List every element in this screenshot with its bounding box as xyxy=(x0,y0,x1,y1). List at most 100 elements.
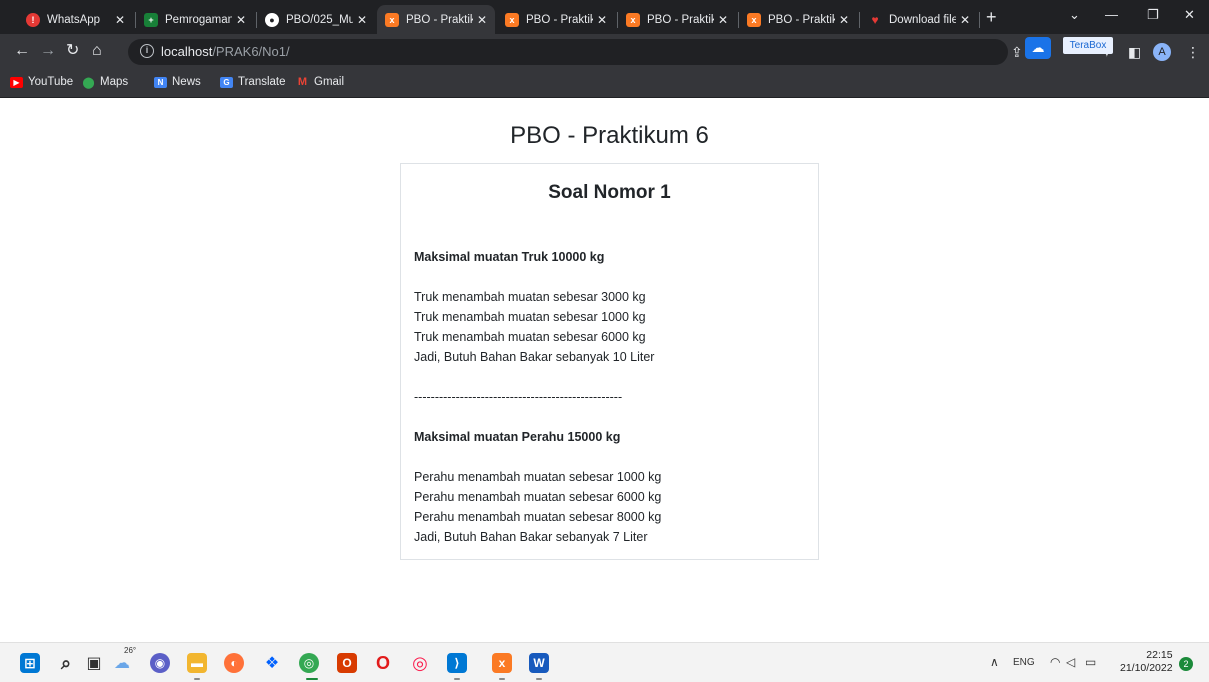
bookmark-news[interactable]: N News xyxy=(154,76,201,88)
profile-avatar[interactable]: A xyxy=(1153,43,1171,61)
menu-icon[interactable]: ⋮ xyxy=(1186,44,1200,61)
close-icon[interactable]: ✕ xyxy=(839,13,849,27)
xampp-icon[interactable]: x xyxy=(492,653,512,673)
tab-pbo[interactable]: x PBO - Praktik ✕ xyxy=(618,5,736,34)
tab-label: PBO - Praktik xyxy=(526,13,593,26)
result-card: Soal Nomor 1 Maksimal muatan Truk 10000 … xyxy=(400,163,819,560)
bookmark-gmail[interactable]: M Gmail xyxy=(296,76,344,88)
bookmarks-bar: ▶ YouTube ⬤ Maps N News G Translate M Gm… xyxy=(0,70,1209,98)
terabox-extension[interactable]: ☁ TeraBox xyxy=(1025,37,1131,59)
tab-pbo[interactable]: x PBO - Praktik ✕ xyxy=(497,5,615,34)
close-icon[interactable]: ✕ xyxy=(477,13,487,27)
tab-label: PBO/025_Mu xyxy=(286,13,353,26)
search-icon[interactable]: ⌕ xyxy=(56,653,76,673)
youtube-icon: ▶ xyxy=(10,76,23,88)
close-icon[interactable]: ✕ xyxy=(115,13,125,27)
tab-search-icon[interactable]: ⌄ xyxy=(1069,7,1080,23)
address-bar[interactable]: i localhost/PRAK6/No1/ xyxy=(128,39,1008,65)
weather-icon[interactable]: ☁ xyxy=(112,653,132,673)
clock-date: 21/10/2022 xyxy=(1120,662,1173,674)
volume-icon[interactable]: ◁ xyxy=(1066,655,1075,669)
tab-download[interactable]: ♥ Download file ✕ xyxy=(860,5,978,34)
wifi-icon[interactable]: ◠ xyxy=(1050,655,1060,669)
tab-label: PBO - Praktik xyxy=(406,13,473,26)
terabox-tooltip: TeraBox xyxy=(1063,37,1113,54)
close-icon[interactable]: ✕ xyxy=(960,13,970,27)
battery-icon[interactable]: ▭ xyxy=(1085,655,1096,669)
bookmark-maps[interactable]: ⬤ Maps xyxy=(82,76,128,89)
tab-pbo[interactable]: x PBO - Praktik ✕ xyxy=(739,5,857,34)
opera-icon[interactable]: O xyxy=(373,653,393,673)
github-icon: ● xyxy=(265,12,279,27)
chat-icon[interactable]: ◉ xyxy=(150,653,170,673)
boat-load-line: Perahu menambah muatan sebesar 6000 kg xyxy=(414,490,662,504)
close-icon[interactable]: ✕ xyxy=(718,13,728,27)
opera-gx-icon[interactable]: ◎ xyxy=(410,653,430,673)
show-hidden-icons[interactable]: ∧ xyxy=(990,655,999,669)
truck-max-load: Maksimal muatan Truk 10000 kg xyxy=(414,250,605,264)
truck-fuel-result: Jadi, Butuh Bahan Bakar sebanyak 10 Lite… xyxy=(414,350,655,364)
tab-whatsapp[interactable]: ! WhatsApp ✕ xyxy=(18,5,133,34)
tab-label: Pemrogaman xyxy=(165,13,232,26)
close-icon[interactable]: ✕ xyxy=(597,13,607,27)
dropbox-icon[interactable]: ❖ xyxy=(262,653,282,673)
tab-label: PBO - Praktik xyxy=(647,13,714,26)
tab-label: Download file xyxy=(889,13,956,26)
boat-load-line: Perahu menambah muatan sebesar 8000 kg xyxy=(414,510,662,524)
forward-button[interactable]: → xyxy=(40,42,56,60)
tab-label: PBO - Praktik xyxy=(768,13,835,26)
notification-badge[interactable]: 2 xyxy=(1179,657,1193,671)
home-button[interactable]: ⌂ xyxy=(92,42,102,60)
boat-load-line: Perahu menambah muatan sebesar 1000 kg xyxy=(414,470,662,484)
heart-icon: ♥ xyxy=(871,12,879,27)
close-icon[interactable]: ✕ xyxy=(357,13,367,27)
vscode-icon[interactable]: ⟩ xyxy=(447,653,467,673)
close-window-button[interactable]: ✕ xyxy=(1184,7,1195,23)
system-clock[interactable]: 22:15 21/10/2022 xyxy=(1120,649,1173,675)
taskbar: ⊞ ⌕ ▣ ☁ 26° ◉ ▬ ◐ ❖ ◎ O O ◎ ⟩ x W ∧ ENG … xyxy=(0,642,1209,682)
maps-icon: ⬤ xyxy=(82,76,95,89)
bookmark-translate[interactable]: G Translate xyxy=(220,76,286,88)
xampp-icon: x xyxy=(747,12,761,27)
truck-load-line: Truk menambah muatan sebesar 1000 kg xyxy=(414,310,646,324)
office-icon[interactable]: O xyxy=(337,653,357,673)
gmail-icon: M xyxy=(297,76,308,88)
tab-pbo-active[interactable]: x PBO - Praktik ✕ xyxy=(377,5,495,34)
news-icon: N xyxy=(154,76,167,88)
new-tab-button[interactable]: + xyxy=(986,7,997,28)
site-info-icon[interactable]: i xyxy=(140,44,154,58)
tab-label: WhatsApp xyxy=(47,13,101,26)
word-icon[interactable]: W xyxy=(529,653,549,673)
truck-load-line: Truk menambah muatan sebesar 6000 kg xyxy=(414,330,646,344)
clock-time: 22:15 xyxy=(1146,649,1173,661)
truck-load-line: Truk menambah muatan sebesar 3000 kg xyxy=(414,290,646,304)
start-icon[interactable]: ⊞ xyxy=(20,653,40,673)
share-icon[interactable]: ⇪ xyxy=(1011,44,1023,61)
chrome-icon[interactable]: ◎ xyxy=(299,653,319,673)
language-indicator[interactable]: ENG xyxy=(1013,657,1035,668)
file-explorer-icon[interactable]: ▬ xyxy=(187,653,207,673)
restore-button[interactable]: ❐ xyxy=(1147,7,1159,23)
sheets-icon: + xyxy=(144,12,158,27)
close-icon[interactable]: ✕ xyxy=(236,13,246,27)
reload-button[interactable]: ↻ xyxy=(66,42,79,60)
boat-fuel-result: Jadi, Butuh Bahan Bakar sebanyak 7 Liter xyxy=(414,530,648,544)
whatsapp-icon: ! xyxy=(26,12,40,27)
tab-strip: ! WhatsApp ✕ + Pemrogaman ✕ ● PBO/025_Mu… xyxy=(0,0,1209,34)
separator-line: ----------------------------------------… xyxy=(414,390,623,404)
tab-pemrogaman[interactable]: + Pemrogaman ✕ xyxy=(136,5,254,34)
cloud-icon[interactable]: ☁ xyxy=(1025,37,1051,59)
weather-temp: 26° xyxy=(124,646,137,655)
back-button[interactable]: ← xyxy=(14,42,30,60)
firefox-icon[interactable]: ◐ xyxy=(224,653,244,673)
xampp-icon: x xyxy=(505,12,519,27)
task-view-icon[interactable]: ▣ xyxy=(84,653,104,673)
page-title: PBO - Praktikum 6 xyxy=(510,122,709,149)
boat-max-load: Maksimal muatan Perahu 15000 kg xyxy=(414,430,621,444)
url-text: localhost/PRAK6/No1/ xyxy=(161,44,290,59)
bookmark-youtube[interactable]: ▶ YouTube xyxy=(10,76,73,88)
tab-github[interactable]: ● PBO/025_Mu ✕ xyxy=(257,5,375,34)
translate-icon: G xyxy=(220,76,233,88)
xampp-icon: x xyxy=(626,12,640,27)
minimize-button[interactable]: — xyxy=(1105,7,1118,22)
